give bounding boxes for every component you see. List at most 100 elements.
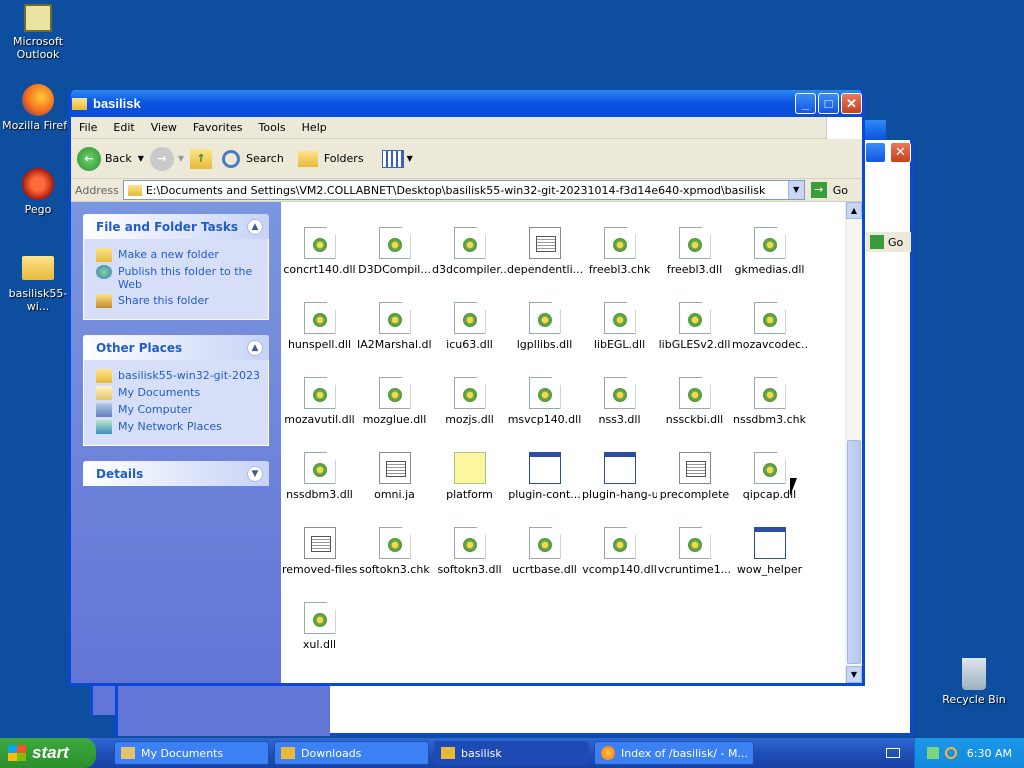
file-item[interactable]: msvcp140.dll [507,377,582,426]
explorer-window[interactable]: basilisk _ □ ✕ File Edit View Favorites … [68,90,865,686]
title-bar[interactable]: basilisk _ □ ✕ [71,90,862,117]
desktop-icon-outlook[interactable]: Microsoft Outlook [0,4,76,61]
file-item[interactable]: freebl3.dll [657,227,732,276]
forward-button[interactable]: → ▼ [149,146,184,171]
search-button[interactable]: Search [222,149,284,168]
file-item[interactable]: xul.dll [282,602,357,651]
desktop-icon-firefox[interactable]: Mozilla Firefo [0,84,76,132]
file-item[interactable]: nss3.dll [582,377,657,426]
scroll-up-button[interactable]: ▲ [846,202,862,219]
keyboard-icon[interactable] [886,748,900,758]
search-tray-icon[interactable] [944,747,957,759]
file-item[interactable]: platform [432,452,507,501]
scroll-down-button[interactable]: ▼ [846,666,862,683]
file-name: nssdbm3.dll [286,488,353,501]
my-computer-link[interactable]: My Computer [96,403,260,417]
file-item[interactable]: omni.ja [357,452,432,501]
window-title: basilisk [93,96,141,111]
panel-header[interactable]: File and Folder Tasks ▲ [83,214,269,239]
back-button[interactable]: ← Back ▼ [77,146,144,171]
dll-file-icon [603,302,636,334]
desktop-icon-basilisk-folder[interactable]: basilisk55-wi... [0,252,76,313]
expand-chevron-icon[interactable]: ▼ [247,465,263,482]
my-documents-link[interactable]: My Documents [96,386,260,400]
go-button[interactable]: → Go [810,182,848,198]
vertical-scrollbar[interactable]: ▲ ▼ [845,202,862,683]
taskbar-item-browser[interactable]: Index of /basilisk/ - M... [594,741,754,765]
file-item[interactable]: nssckbi.dll [657,377,732,426]
file-item[interactable]: freebl3.chk [582,227,657,276]
menu-edit[interactable]: Edit [105,121,142,134]
file-item[interactable]: libGLESv2.dll [657,302,732,351]
search-icon [222,149,241,168]
menu-help[interactable]: Help [294,121,335,134]
taskbar-item-basilisk[interactable]: basilisk [434,741,589,765]
make-new-folder-link[interactable]: Make a new folder [96,248,260,262]
file-item[interactable]: libEGL.dll [582,302,657,351]
file-item[interactable]: softokn3.dll [432,527,507,576]
file-item[interactable]: plugin-cont... [507,452,582,501]
file-name: removed-files [282,563,357,576]
start-button[interactable]: start [0,738,96,768]
file-item[interactable]: dependentli... [507,227,582,276]
taskbar-item-downloads[interactable]: Downloads [274,741,429,765]
network-tray-icon[interactable] [926,747,939,759]
file-item[interactable]: wow_helper [732,527,807,576]
file-item[interactable]: hunspell.dll [282,302,357,351]
dll-file-icon [678,302,711,334]
file-item[interactable]: D3DCompil... [357,227,432,276]
menu-favorites[interactable]: Favorites [185,121,251,134]
file-item[interactable]: mozglue.dll [357,377,432,426]
address-dropdown-button[interactable]: ▼ [787,181,804,199]
menu-tools[interactable]: Tools [251,121,294,134]
file-item[interactable]: vcruntime1... [657,527,732,576]
file-item[interactable]: lgpllibs.dll [507,302,582,351]
panel-header[interactable]: Other Places ▲ [83,335,269,360]
file-item[interactable]: ucrtbase.dll [507,527,582,576]
folders-button[interactable]: Folders [297,150,364,167]
share-folder-link[interactable]: Share this folder [96,294,260,308]
collapse-chevron-icon[interactable]: ▲ [247,218,263,235]
menu-file[interactable]: File [71,121,105,134]
file-item[interactable]: softokn3.chk [357,527,432,576]
background-go-button[interactable]: Go [866,232,911,252]
file-item[interactable]: nssdbm3.chk [732,377,807,426]
content-area: File and Folder Tasks ▲ Make a new folde… [71,202,862,683]
file-item[interactable]: vcomp140.dll [582,527,657,576]
desktop-icon-pego[interactable]: Pego [0,168,76,216]
panel-header[interactable]: Details ▼ [83,461,269,486]
publish-folder-link[interactable]: Publish this folder to the Web [96,265,260,291]
maximize-button[interactable]: □ [818,93,839,114]
file-item[interactable]: nssdbm3.dll [282,452,357,501]
minimize-button[interactable]: _ [795,93,816,114]
file-item[interactable]: mozavutil.dll [282,377,357,426]
file-item[interactable]: mozjs.dll [432,377,507,426]
background-maximize-button[interactable] [865,142,886,163]
menu-view[interactable]: View [143,121,185,134]
file-item[interactable]: mozavcodec... [732,302,807,351]
scroll-thumb[interactable] [847,440,861,664]
background-close-button[interactable]: ✕ [890,142,911,163]
file-item[interactable]: gkmedias.dll [732,227,807,276]
file-item[interactable]: IA2Marshal.dll [357,302,432,351]
file-item[interactable]: d3dcompiler... [432,227,507,276]
up-folder-button[interactable]: ↑ [190,148,213,169]
file-item[interactable]: icu63.dll [432,302,507,351]
file-item[interactable]: plugin-hang-ui [582,452,657,501]
taskbar-item-my-documents[interactable]: My Documents [114,741,269,765]
file-folder-tasks-panel: File and Folder Tasks ▲ Make a new folde… [83,214,269,320]
system-tray: 6:30 AM [914,738,1024,768]
address-input[interactable]: E:\Documents and Settings\VM2.COLLABNET\… [122,180,805,200]
network-icon [96,420,112,434]
collapse-chevron-icon[interactable]: ▲ [247,339,263,356]
close-button[interactable]: ✕ [841,93,862,114]
file-item[interactable]: precomplete [657,452,732,501]
parent-folder-link[interactable]: basilisk55-win32-git-20231014 [96,369,260,383]
exe-file-icon [528,452,561,484]
views-button[interactable]: ▼ [381,149,413,168]
clock[interactable]: 6:30 AM [967,747,1012,760]
file-item[interactable]: removed-files [282,527,357,576]
desktop-icon-recycle-bin[interactable]: Recycle Bin [936,658,1012,706]
my-network-places-link[interactable]: My Network Places [96,420,260,434]
file-item[interactable]: concrt140.dll [282,227,357,276]
